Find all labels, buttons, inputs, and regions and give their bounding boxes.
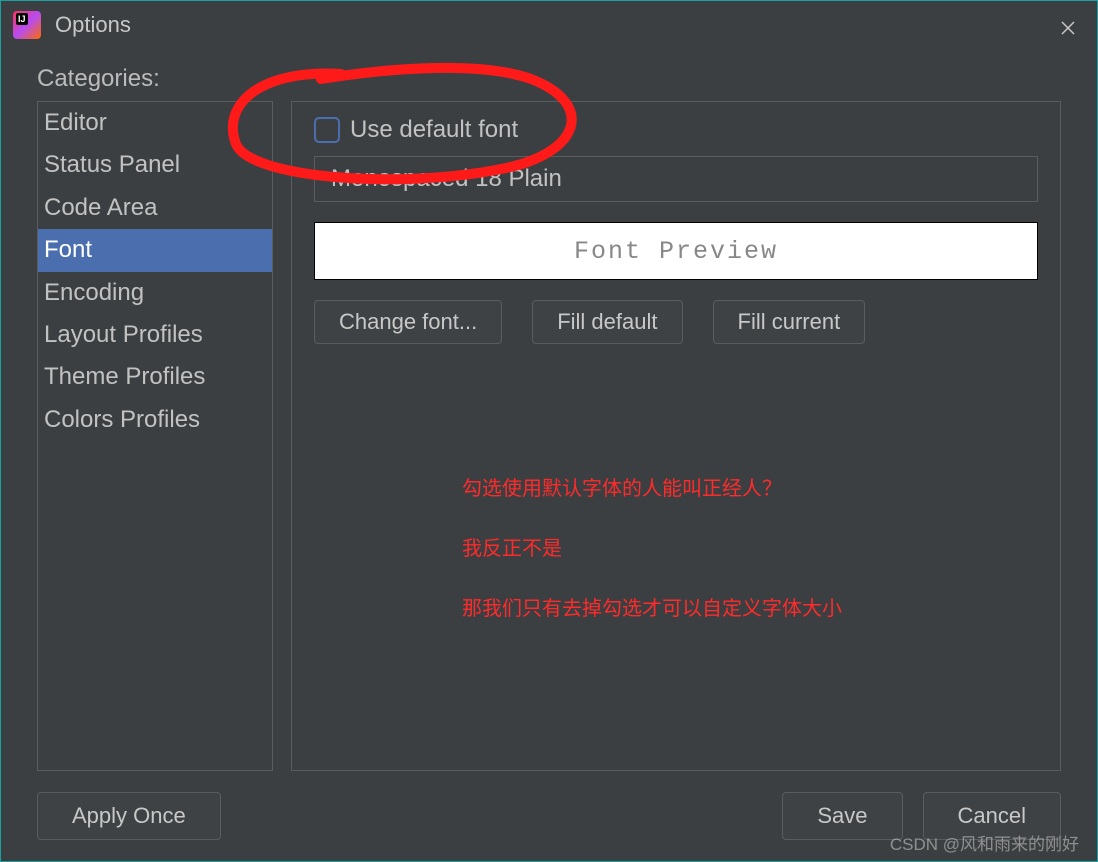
- sidebar-item-font[interactable]: Font: [38, 229, 272, 271]
- annotation-text-2: 我反正不是: [462, 532, 562, 561]
- sidebar-item-editor[interactable]: Editor: [38, 102, 272, 144]
- sidebar-item-label: Theme Profiles: [44, 363, 205, 390]
- sidebar-item-status-panel[interactable]: Status Panel: [38, 144, 272, 186]
- use-default-font-label: Use default font: [350, 116, 518, 144]
- fill-current-button[interactable]: Fill current: [713, 300, 866, 344]
- sidebar-item-encoding[interactable]: Encoding: [38, 272, 272, 314]
- sidebar-item-colors-profiles[interactable]: Colors Profiles: [38, 399, 272, 441]
- sidebar-item-label: Encoding: [44, 279, 144, 306]
- font-value-display: Monospaced 18 Plain: [314, 156, 1038, 202]
- categories-sidebar: Editor Status Panel Code Area Font Encod…: [37, 101, 273, 771]
- fill-default-button[interactable]: Fill default: [532, 300, 682, 344]
- sidebar-item-label: Font: [44, 236, 92, 263]
- use-default-font-checkbox[interactable]: [314, 117, 340, 143]
- apply-once-button[interactable]: Apply Once: [37, 792, 221, 840]
- close-icon[interactable]: [1053, 13, 1083, 43]
- watermark: CSDN @风和雨来的刚好: [890, 830, 1079, 855]
- window-title: Options: [55, 12, 131, 38]
- font-panel: Use default font Monospaced 18 Plain Fon…: [291, 101, 1061, 771]
- change-font-button[interactable]: Change font...: [314, 300, 502, 344]
- sidebar-item-label: Layout Profiles: [44, 321, 203, 348]
- annotation-text-3: 那我们只有去掉勾选才可以自定义字体大小: [462, 592, 842, 621]
- sidebar-item-code-area[interactable]: Code Area: [38, 187, 272, 229]
- sidebar-item-label: Colors Profiles: [44, 406, 200, 433]
- app-icon: [13, 11, 41, 39]
- sidebar-item-label: Code Area: [44, 194, 157, 221]
- annotation-text-1: 勾选使用默认字体的人能叫正经人？: [462, 472, 782, 501]
- save-button[interactable]: Save: [782, 792, 902, 840]
- titlebar: Options: [1, 1, 1097, 49]
- sidebar-item-label: Status Panel: [44, 151, 180, 178]
- font-preview: Font Preview: [314, 222, 1038, 280]
- sidebar-item-theme-profiles[interactable]: Theme Profiles: [38, 356, 272, 398]
- sidebar-item-layout-profiles[interactable]: Layout Profiles: [38, 314, 272, 356]
- sidebar-item-label: Editor: [44, 109, 107, 136]
- categories-label: Categories:: [37, 65, 1061, 93]
